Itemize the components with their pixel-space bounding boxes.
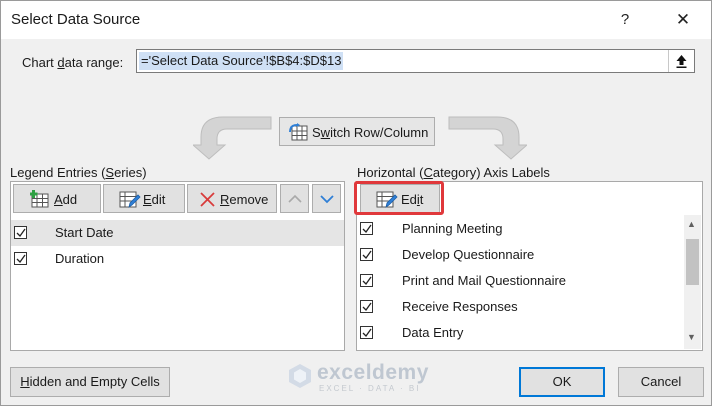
switch-row-column-button[interactable]: Switch Row/Column <box>279 117 435 146</box>
legend-row-duration[interactable]: Duration <box>11 246 344 272</box>
scroll-thumb[interactable] <box>686 239 699 285</box>
watermark-name: exceldemy <box>317 361 429 384</box>
chart-data-range-value[interactable]: ='Select Data Source'!$B$4:$D$13 <box>139 52 344 70</box>
checkmark-icon <box>16 254 26 264</box>
axis-row-data-entry[interactable]: Data Entry <box>357 320 683 346</box>
axis-row-planning-meeting[interactable]: Planning Meeting <box>357 216 683 242</box>
axis-row-label: Receive Responses <box>402 299 518 314</box>
edit-series-icon <box>119 191 141 208</box>
axis-row-label: Data Entry <box>402 325 464 340</box>
axis-checkbox[interactable] <box>360 300 373 313</box>
remove-x-icon <box>200 192 215 207</box>
axis-row-label: Print and Mail Questionnaire <box>402 273 567 288</box>
checkmark-icon <box>362 276 372 286</box>
cancel-button[interactable]: Cancel <box>618 367 704 397</box>
edit-button-highlight <box>354 181 444 215</box>
edit-series-label: Edit <box>143 192 166 207</box>
add-series-label: Add <box>54 192 78 207</box>
move-down-button[interactable] <box>312 184 341 213</box>
title-bar: Select Data Source ? ✕ <box>1 1 711 39</box>
checkmark-icon <box>362 224 372 234</box>
select-data-source-dialog: Select Data Source ? ✕ Chart data range:… <box>0 0 712 406</box>
checkmark-icon <box>362 302 372 312</box>
remove-series-button[interactable]: Remove <box>187 184 277 213</box>
axis-row-receive-responses[interactable]: Receive Responses <box>357 294 683 320</box>
axis-row-label: Develop Questionnaire <box>402 247 535 262</box>
axis-checkbox[interactable] <box>360 274 373 287</box>
legend-row-start-date[interactable]: Start Date <box>11 220 344 246</box>
axis-checkbox[interactable] <box>360 326 373 339</box>
watermark-tagline: EXCEL · DATA · BI <box>319 384 421 393</box>
exceldemy-logo-icon <box>289 364 311 388</box>
close-button[interactable]: ✕ <box>665 7 701 33</box>
axis-row-label: Planning Meeting <box>402 221 503 236</box>
collapse-dialog-button[interactable] <box>668 50 693 72</box>
switch-row-column-label: Switch Row/Column <box>312 125 429 140</box>
legend-checkbox[interactable] <box>14 226 27 239</box>
checkmark-icon <box>362 328 372 338</box>
hidden-empty-cells-button[interactable]: Hidden and Empty Cells <box>10 367 170 397</box>
add-series-icon <box>30 190 49 208</box>
move-up-button[interactable] <box>280 184 309 213</box>
axis-labels-label: Horizontal (Category) Axis Labels <box>357 165 550 180</box>
chevron-down-icon <box>320 195 334 204</box>
add-series-button[interactable]: Add <box>13 184 101 213</box>
legend-checkbox[interactable] <box>14 252 27 265</box>
axis-checkbox[interactable] <box>360 248 373 261</box>
remove-series-label: Remove <box>220 192 269 207</box>
exceldemy-watermark: exceldemy EXCEL · DATA · BI <box>287 359 443 393</box>
edit-series-button[interactable]: Edit <box>103 184 185 213</box>
collapse-arrow-icon <box>676 55 687 68</box>
checkmark-icon <box>16 228 26 238</box>
left-curved-arrow-icon <box>193 116 272 160</box>
dialog-title: Select Data Source <box>11 11 141 28</box>
scroll-down-icon[interactable]: ▼ <box>687 332 696 342</box>
right-curved-arrow-icon <box>448 116 527 160</box>
switch-row-column-icon <box>289 123 308 141</box>
chart-data-range-label: Chart data range: <box>22 55 124 70</box>
help-button[interactable]: ? <box>613 7 637 33</box>
legend-entries-label: Legend Entries (Series) <box>10 165 147 180</box>
ok-button[interactable]: OK <box>519 367 605 397</box>
legend-row-label: Start Date <box>55 225 114 240</box>
axis-row-print-and-mail[interactable]: Print and Mail Questionnaire <box>357 268 683 294</box>
checkmark-icon <box>362 250 372 260</box>
scroll-up-icon[interactable]: ▲ <box>687 219 696 229</box>
axis-list-scrollbar[interactable]: ▲ ▼ <box>684 215 701 349</box>
axis-checkbox[interactable] <box>360 222 373 235</box>
axis-row-develop-questionnaire[interactable]: Develop Questionnaire <box>357 242 683 268</box>
chevron-up-icon <box>288 194 302 203</box>
legend-row-label: Duration <box>55 251 105 266</box>
